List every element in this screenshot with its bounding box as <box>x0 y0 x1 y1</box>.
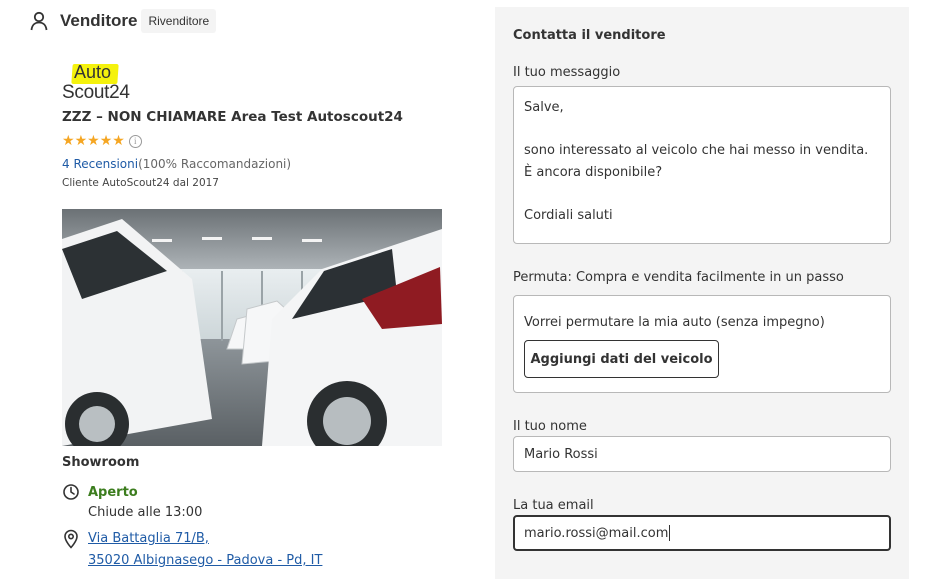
contact-form-panel: Contatta il venditore Il tuo messaggio S… <box>495 7 909 579</box>
opening-status: Aperto <box>62 483 138 501</box>
contact-form-title: Contatta il venditore <box>513 28 666 43</box>
clock-icon <box>62 483 80 501</box>
tradein-box: Vorrei permutare la mia auto (senza impe… <box>513 295 891 393</box>
email-input-value: mario.rossi@mail.com <box>524 525 669 541</box>
star-icon: ★ <box>74 133 88 149</box>
seller-header: Venditore Rivenditore <box>28 8 217 34</box>
email-label: La tua email <box>513 498 594 513</box>
name-label: Il tuo nome <box>513 419 587 434</box>
star-icon: ★ <box>112 133 125 149</box>
client-since: Cliente AutoScout24 dal 2017 <box>62 177 219 189</box>
tradein-text: Vorrei permutare la mia auto (senza impe… <box>524 315 825 330</box>
add-vehicle-data-button[interactable]: Aggiungi dati del veicolo <box>524 340 719 378</box>
autoscout24-logo: Auto Scout24 <box>62 62 142 106</box>
message-textarea[interactable]: Salve, sono interessato al veicolo che h… <box>513 86 891 244</box>
logo-text-bottom: Scout24 <box>62 82 130 103</box>
info-icon[interactable]: i <box>128 134 142 148</box>
reviews-row: 4 Recensioni(100% Raccomandazioni) <box>62 157 291 171</box>
email-input[interactable]: mario.rossi@mail.com <box>513 515 891 551</box>
address-line-2: 35020 Albignasego - Padova - Pd, IT <box>88 553 323 568</box>
name-input-value: Mario Rossi <box>524 446 598 462</box>
person-icon <box>28 10 50 32</box>
text-caret <box>669 525 671 541</box>
map-pin-icon <box>62 529 80 549</box>
address-line-1: Via Battaglia 71/B, <box>88 531 209 546</box>
message-line: sono interessato al veicolo che hai mess… <box>524 143 869 180</box>
star-icon: ★ <box>62 133 75 149</box>
reviews-link[interactable]: 4 Recensioni <box>62 157 138 171</box>
message-label: Il tuo messaggio <box>513 65 621 80</box>
star-icon: ★ <box>87 133 100 149</box>
message-line <box>524 183 880 205</box>
star-icon: ★ <box>99 133 113 149</box>
photo-caption: Showroom <box>62 455 140 470</box>
recommendations-text: (100% Raccomandazioni) <box>138 157 292 171</box>
message-line <box>524 119 880 141</box>
closing-time: Chiude alle 13:00 <box>88 505 203 520</box>
tradein-label: Permuta: Compra e vendita facilmente in … <box>513 270 844 285</box>
logo-text-top: Auto <box>74 62 112 82</box>
showroom-photo[interactable] <box>62 209 442 446</box>
dealer-address: Via Battaglia 71/B, 35020 Albignasego - … <box>62 529 322 572</box>
dealer-name: ZZZ – NON CHIAMARE Area Test Autoscout24 <box>62 109 403 125</box>
rating-stars: ★ ★ ★ ★ ★ i <box>62 134 142 148</box>
message-line: Salve, <box>524 100 564 115</box>
message-line: Cordiali saluti <box>524 207 613 223</box>
address-link[interactable]: Via Battaglia 71/B, 35020 Albignasego - … <box>88 528 322 572</box>
name-input[interactable]: Mario Rossi <box>513 436 891 472</box>
seller-title: Venditore <box>60 11 138 30</box>
open-status[interactable]: Aperto <box>88 485 138 500</box>
dealer-type-badge: Rivenditore <box>141 9 217 33</box>
